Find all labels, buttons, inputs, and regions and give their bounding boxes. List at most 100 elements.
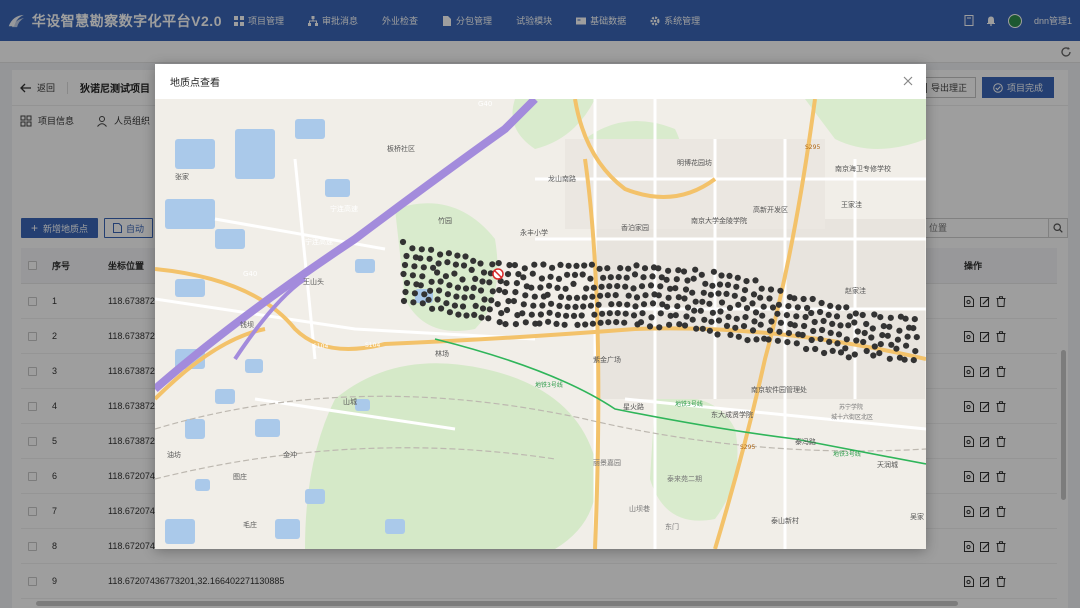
geo-point-marker[interactable] [622,283,629,290]
geo-point-marker[interactable] [733,315,740,322]
geo-point-marker[interactable] [684,277,691,284]
geo-point-marker[interactable] [647,282,655,289]
geo-point-marker[interactable] [731,292,738,299]
geo-point-marker[interactable] [591,311,598,318]
geo-point-marker[interactable] [827,329,834,336]
geo-point-marker[interactable] [513,280,520,287]
geo-point-marker[interactable] [913,334,920,341]
geo-point-marker[interactable] [512,289,519,296]
geo-point-marker[interactable] [676,321,683,328]
geo-point-marker[interactable] [632,303,639,310]
geo-point-marker[interactable] [436,287,443,294]
geo-point-marker[interactable] [664,303,671,310]
geo-point-marker[interactable] [539,302,546,309]
forbidden-marker-icon[interactable] [492,268,504,280]
geo-point-marker[interactable] [665,267,672,274]
geo-point-marker[interactable] [469,293,476,300]
geo-point-marker[interactable] [699,298,706,305]
geo-point-marker[interactable] [646,323,654,330]
geo-point-marker[interactable] [590,284,597,291]
geo-point-marker[interactable] [496,319,503,326]
geo-point-marker[interactable] [572,303,579,310]
geo-point-marker[interactable] [886,323,893,330]
geo-point-marker[interactable] [901,356,908,363]
geo-point-marker[interactable] [766,295,773,302]
geo-point-marker[interactable] [614,310,621,317]
geo-point-marker[interactable] [409,272,416,279]
geo-point-marker[interactable] [625,265,632,272]
geo-point-marker[interactable] [419,300,426,307]
geo-point-marker[interactable] [410,299,417,306]
geo-point-marker[interactable] [478,314,485,321]
geo-point-marker[interactable] [614,283,621,290]
geo-point-marker[interactable] [692,266,699,273]
geo-point-marker[interactable] [843,336,850,343]
geo-point-marker[interactable] [708,318,715,325]
geo-point-marker[interactable] [540,261,547,268]
geo-point-marker[interactable] [718,299,726,306]
geo-point-marker[interactable] [617,265,624,272]
geo-point-marker[interactable] [597,292,604,299]
geo-point-marker[interactable] [427,287,434,294]
geo-point-marker[interactable] [794,304,801,311]
geo-point-marker[interactable] [785,303,792,310]
geo-point-marker[interactable] [877,314,884,321]
geo-point-marker[interactable] [596,265,603,272]
geo-point-marker[interactable] [460,262,468,269]
geo-point-marker[interactable] [793,340,800,347]
geo-point-marker[interactable] [693,325,700,332]
geo-point-marker[interactable] [570,280,577,287]
geo-point-marker[interactable] [880,323,887,330]
geo-point-marker[interactable] [486,306,493,313]
geo-point-marker[interactable] [637,319,645,326]
geo-point-marker[interactable] [810,327,817,335]
geo-point-marker[interactable] [749,327,757,334]
geo-point-marker[interactable] [894,336,902,343]
geo-point-marker[interactable] [547,273,554,280]
geo-point-marker[interactable] [438,305,445,312]
geo-point-marker[interactable] [604,292,611,299]
geo-point-marker[interactable] [402,288,409,296]
geo-point-marker[interactable] [859,311,866,319]
geo-point-marker[interactable] [580,303,587,310]
geo-point-marker[interactable] [673,276,680,283]
geo-point-marker[interactable] [701,316,708,323]
geo-point-marker[interactable] [709,282,716,289]
geo-point-marker[interactable] [462,253,469,260]
geo-point-marker[interactable] [409,245,416,252]
geo-point-marker[interactable] [775,301,783,308]
geo-point-marker[interactable] [710,268,718,275]
map-canvas[interactable]: G40板桥社区宁连高速宁连高速龙山南路永丰小学竹园王山头钱坝G40S104 S10… [155,99,926,549]
geo-point-marker[interactable] [870,352,877,359]
geo-point-marker[interactable] [812,345,819,353]
geo-point-marker[interactable] [740,296,747,303]
geo-point-marker[interactable] [723,322,731,329]
geo-point-marker[interactable] [488,297,495,304]
geo-point-marker[interactable] [799,331,806,339]
geo-point-marker[interactable] [893,345,900,352]
geo-point-marker[interactable] [871,343,878,350]
geo-point-marker[interactable] [863,347,870,355]
geo-point-marker[interactable] [544,291,551,298]
geo-point-marker[interactable] [530,302,537,309]
geo-point-marker[interactable] [557,293,565,300]
geo-point-marker[interactable] [597,319,604,326]
geo-point-marker[interactable] [401,261,409,269]
geo-point-marker[interactable] [480,269,488,276]
geo-point-marker[interactable] [477,260,484,267]
geo-point-marker[interactable] [417,255,424,262]
geo-point-marker[interactable] [785,330,793,337]
geo-point-marker[interactable] [536,320,543,327]
geo-point-marker[interactable] [663,276,670,283]
geo-point-marker[interactable] [453,293,460,300]
geo-point-marker[interactable] [512,321,519,328]
geo-point-marker[interactable] [757,294,764,301]
geo-point-marker[interactable] [624,301,631,308]
geo-point-marker[interactable] [403,252,410,260]
geo-point-marker[interactable] [494,301,501,308]
geo-point-marker[interactable] [689,316,696,323]
geo-point-marker[interactable] [709,309,717,316]
geo-point-marker[interactable] [631,271,639,278]
geo-point-marker[interactable] [808,309,815,317]
geo-point-marker[interactable] [682,286,690,293]
